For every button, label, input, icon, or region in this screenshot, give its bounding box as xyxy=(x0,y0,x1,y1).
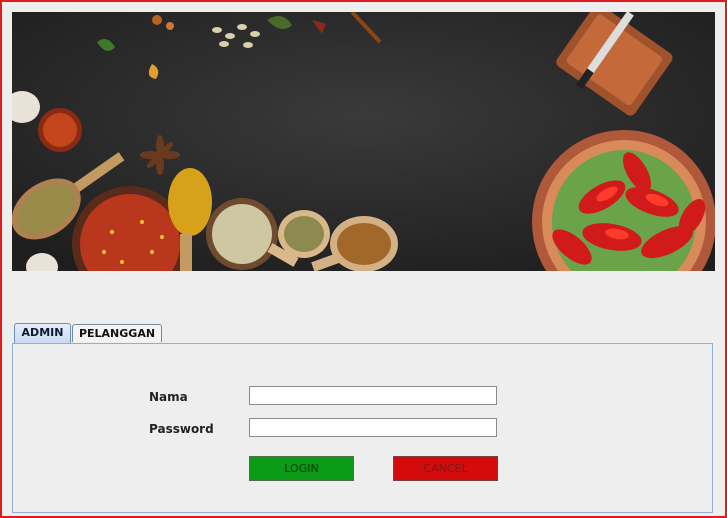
login-button[interactable]: LOGIN xyxy=(249,456,354,481)
cancel-button[interactable]: CANCEL xyxy=(393,456,498,481)
password-label: Password xyxy=(149,422,214,436)
tab-admin[interactable]: ADMIN xyxy=(14,323,71,343)
banner-illustration xyxy=(12,12,715,271)
login-panel: Nama Password LOGIN CANCEL xyxy=(12,343,713,513)
nama-label: Nama xyxy=(149,390,188,404)
banner-image xyxy=(12,12,715,271)
tab-pelanggan[interactable]: PELANGGAN xyxy=(72,324,162,342)
nama-input[interactable] xyxy=(249,386,497,405)
password-input[interactable] xyxy=(249,418,497,437)
